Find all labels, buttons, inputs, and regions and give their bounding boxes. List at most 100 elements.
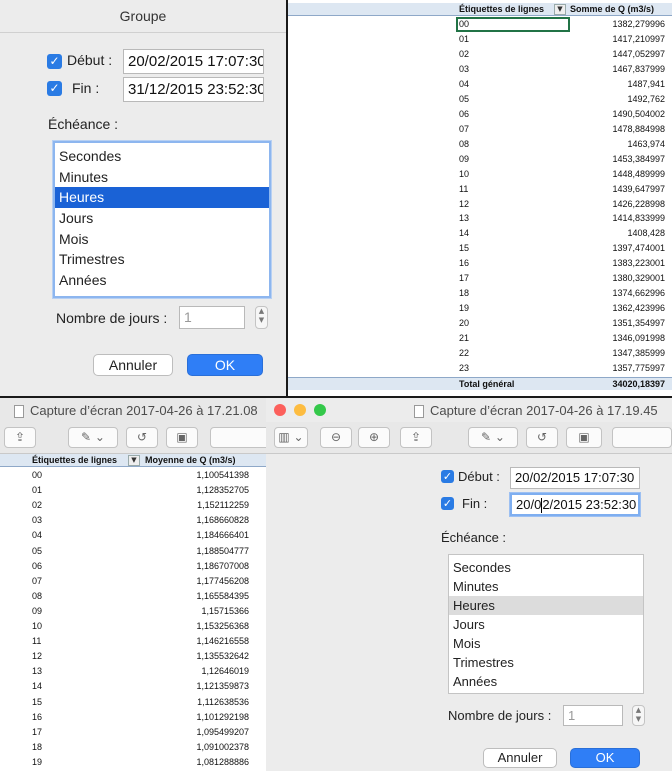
row-value[interactable]: 1,186707008 <box>145 560 249 573</box>
row-value[interactable]: 1,091002378 <box>145 741 249 754</box>
row-value[interactable]: 1447,052997 <box>570 48 665 61</box>
row-label[interactable]: 16 <box>459 257 469 270</box>
row-label[interactable]: 02 <box>459 48 469 61</box>
row-value[interactable]: 1397,474001 <box>570 242 665 255</box>
row-value[interactable]: 1487,941 <box>570 78 665 91</box>
row-label[interactable]: 12 <box>459 198 469 211</box>
row-value[interactable]: 1,146216558 <box>145 635 249 648</box>
toolbox-icon[interactable]: ▣ <box>166 427 198 448</box>
rotate-icon[interactable]: ↺ <box>526 427 558 448</box>
row-label[interactable]: 14 <box>459 227 469 240</box>
interval-item[interactable]: Jours <box>449 615 643 634</box>
row-value[interactable]: 1408,428 <box>570 227 665 240</box>
row-value[interactable]: 1490,504002 <box>570 108 665 121</box>
zoom-window-icon[interactable] <box>314 404 326 416</box>
row-value[interactable]: 1448,489999 <box>570 168 665 181</box>
share-icon[interactable]: ⇪ <box>4 427 36 448</box>
row-value[interactable]: 1439,647997 <box>570 183 665 196</box>
cancel-button[interactable]: Annuler <box>483 748 557 768</box>
row-value[interactable]: 1453,384997 <box>570 153 665 166</box>
zoom-out-icon[interactable]: ⊖ <box>320 427 352 448</box>
row-label[interactable]: 04 <box>459 78 469 91</box>
row-value[interactable]: 1467,837999 <box>570 63 665 76</box>
start-checkbox[interactable]: ✓ <box>441 470 454 483</box>
start-date-field[interactable]: 20/02/2015 17:07:30 <box>123 49 264 74</box>
row-value[interactable]: 1,112638536 <box>145 696 249 709</box>
interval-item-selected[interactable]: Heures <box>55 187 269 209</box>
row-label[interactable]: 09 <box>32 605 42 618</box>
interval-item[interactable]: Années <box>449 672 643 691</box>
markup-pen-icon[interactable]: ✎ ⌄ <box>468 427 518 448</box>
interval-item[interactable]: Jours <box>55 208 269 229</box>
row-value[interactable]: 1478,884998 <box>570 123 665 136</box>
row-value[interactable]: 1,135532642 <box>145 650 249 663</box>
row-label[interactable]: 19 <box>459 302 469 315</box>
row-value[interactable]: 1,188504777 <box>145 545 249 558</box>
search-field[interactable] <box>612 427 672 448</box>
row-value[interactable]: 1492,762 <box>570 93 665 106</box>
row-label[interactable]: 01 <box>459 33 469 46</box>
row-label[interactable]: 18 <box>32 741 42 754</box>
row-label[interactable]: 05 <box>459 93 469 106</box>
row-value[interactable]: 1374,662996 <box>570 287 665 300</box>
markup-pen-icon[interactable]: ✎ ⌄ <box>68 427 118 448</box>
zoom-in-icon[interactable]: ⊕ <box>358 427 390 448</box>
row-value[interactable]: 1417,210997 <box>570 33 665 46</box>
interval-item-selected[interactable]: Heures <box>449 596 643 615</box>
start-checkbox[interactable]: ✓ <box>47 54 62 69</box>
row-value[interactable]: 1351,354997 <box>570 317 665 330</box>
row-label[interactable]: 04 <box>32 529 42 542</box>
row-value[interactable]: 1346,091998 <box>570 332 665 345</box>
toolbox-icon[interactable]: ▣ <box>566 427 602 448</box>
interval-item[interactable]: Trimestres <box>55 249 269 270</box>
row-label[interactable]: 02 <box>32 499 42 512</box>
row-label[interactable]: 08 <box>32 590 42 603</box>
row-value[interactable]: 1357,775997 <box>570 362 665 375</box>
interval-list[interactable]: Secondes Minutes Heures Jours Mois Trime… <box>53 141 271 298</box>
row-value[interactable]: 1,177456208 <box>145 575 249 588</box>
ok-button[interactable]: OK <box>570 748 640 768</box>
row-label[interactable]: 07 <box>32 575 42 588</box>
row-label[interactable]: 13 <box>32 665 42 678</box>
row-value[interactable]: 1,128352705 <box>145 484 249 497</box>
row-label[interactable]: 14 <box>32 680 42 693</box>
end-checkbox[interactable]: ✓ <box>441 497 454 510</box>
row-label[interactable]: 06 <box>459 108 469 121</box>
row-label[interactable]: 03 <box>459 63 469 76</box>
end-checkbox[interactable]: ✓ <box>47 81 62 96</box>
row-label[interactable]: 10 <box>459 168 469 181</box>
row-label[interactable]: 03 <box>32 514 42 527</box>
row-label[interactable]: 06 <box>32 560 42 573</box>
filter-dropdown-icon[interactable]: ▼ <box>554 4 566 15</box>
days-stepper[interactable]: ▲ ▼ <box>255 306 268 329</box>
row-value[interactable]: 1383,223001 <box>570 257 665 270</box>
row-value[interactable]: 1380,329001 <box>570 272 665 285</box>
row-label[interactable]: 12 <box>32 650 42 663</box>
active-cell[interactable] <box>456 17 570 32</box>
row-label[interactable]: 10 <box>32 620 42 633</box>
row-label[interactable]: 21 <box>459 332 469 345</box>
row-label[interactable]: 07 <box>459 123 469 136</box>
row-value[interactable]: 1,168660828 <box>145 514 249 527</box>
interval-item[interactable]: Années <box>55 270 269 291</box>
row-label[interactable]: 01 <box>32 484 42 497</box>
minimize-window-icon[interactable] <box>294 404 306 416</box>
interval-item[interactable]: Mois <box>449 634 643 653</box>
row-label[interactable]: 16 <box>32 711 42 724</box>
share-icon[interactable]: ⇪ <box>400 427 432 448</box>
interval-item[interactable]: Trimestres <box>449 653 643 672</box>
row-label[interactable]: 05 <box>32 545 42 558</box>
interval-item[interactable]: Minutes <box>449 577 643 596</box>
row-value[interactable]: 1382,279996 <box>570 18 665 31</box>
row-label[interactable]: 18 <box>459 287 469 300</box>
row-label[interactable]: 13 <box>459 212 469 225</box>
row-value[interactable]: 1,12646019 <box>145 665 249 678</box>
ok-button[interactable]: OK <box>187 354 263 376</box>
interval-item[interactable]: Secondes <box>449 558 643 577</box>
row-value[interactable]: 1,081288886 <box>145 756 249 769</box>
row-label[interactable]: 19 <box>32 756 42 769</box>
row-value[interactable]: 1347,385999 <box>570 347 665 360</box>
row-label[interactable]: 23 <box>459 362 469 375</box>
row-label[interactable]: 20 <box>459 317 469 330</box>
end-date-field[interactable]: 20/02/2015 23:52:30 <box>510 493 640 516</box>
